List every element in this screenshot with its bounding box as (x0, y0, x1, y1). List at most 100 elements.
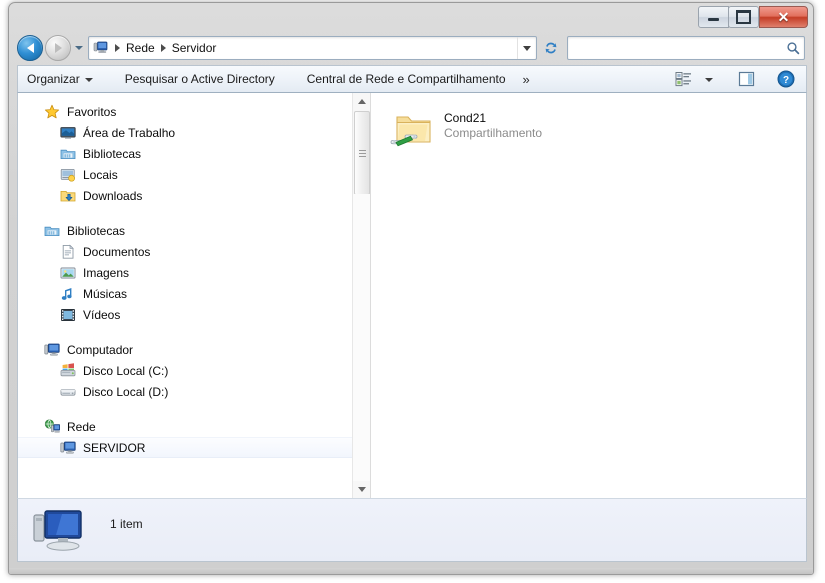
search-ad-label: Pesquisar o Active Directory (124, 72, 275, 86)
organize-button[interactable]: Organizar (18, 68, 102, 90)
title-bar: ✕ (9, 3, 813, 31)
chevron-down-icon (84, 78, 93, 82)
address-dropdown-button[interactable] (517, 37, 536, 59)
shared-folder-icon (389, 105, 437, 153)
network-center-label: Central de Rede e Compartilhamento (306, 72, 506, 86)
sidebar-item-musicas[interactable]: Músicas (18, 283, 370, 304)
sidebar-item-area-de-trabalho[interactable]: Área de Trabalho (18, 122, 370, 143)
libraries-icon (60, 146, 76, 162)
sidebar-item-computador[interactable]: Computador (18, 339, 370, 360)
minimize-icon (708, 18, 719, 21)
file-list-pane[interactable]: Cond21 Compartilhamento (370, 93, 806, 498)
sidebar-label: Computador (67, 342, 134, 357)
search-box[interactable] (567, 36, 805, 60)
help-icon: ? (777, 70, 795, 88)
sidebar-item-favoritos[interactable]: Favoritos (18, 101, 370, 122)
scrollbar-thumb[interactable] (354, 111, 370, 195)
sidebar-label: Downloads (83, 188, 143, 203)
forward-button[interactable] (45, 35, 71, 61)
view-options-icon (675, 72, 691, 87)
change-view-button[interactable] (670, 68, 697, 90)
search-icon (782, 41, 804, 55)
sidebar-item-locais[interactable]: Locais (18, 164, 370, 185)
sidebar-label: SERVIDOR (83, 440, 146, 455)
desktop-background: ✕ Rede Servidor Organizar Pesquisar o Ac… (0, 0, 825, 583)
network-sharing-center-button[interactable]: Central de Rede e Compartilhamento (298, 68, 515, 90)
refresh-icon (545, 42, 557, 54)
downloads-icon (60, 188, 76, 204)
chevron-down-icon (523, 45, 531, 51)
help-button[interactable]: ? (772, 68, 800, 90)
search-input[interactable] (568, 40, 782, 56)
maximize-icon (736, 9, 751, 24)
sidebar-label: Rede (67, 419, 96, 434)
refresh-button[interactable] (539, 36, 563, 60)
breadcrumb-item-servidor[interactable]: Servidor (172, 41, 217, 55)
overflow-label: » (522, 71, 530, 87)
sidebar-item-servidor[interactable]: SERVIDOR (18, 437, 370, 458)
window-controls: ✕ (698, 5, 808, 28)
svg-text:?: ? (783, 75, 789, 86)
search-active-directory-button[interactable]: Pesquisar o Active Directory (116, 68, 284, 90)
network-computer-icon (91, 40, 109, 56)
network-icon (44, 418, 60, 435)
nav-group-computador: Computador Disco Local (C:) Disco Local … (18, 339, 370, 402)
forward-arrow-icon (54, 43, 62, 53)
sidebar-item-rede[interactable]: Rede (18, 416, 370, 437)
minimize-button[interactable] (698, 5, 729, 28)
libraries-icon (44, 223, 60, 239)
maximize-button[interactable] (728, 5, 759, 28)
chevron-down-icon (705, 78, 713, 82)
navigation-pane-scrollbar[interactable] (352, 93, 370, 498)
star-icon (44, 104, 60, 120)
pictures-icon (60, 265, 76, 281)
list-item[interactable]: Cond21 Compartilhamento (389, 105, 609, 159)
computer-icon (44, 342, 60, 358)
videos-icon (60, 307, 76, 323)
scrollbar-track[interactable] (353, 194, 370, 481)
nav-group-bibliotecas: Bibliotecas Documentos Imagens Músicas V… (18, 220, 370, 325)
sidebar-label: Disco Local (C:) (83, 363, 169, 378)
sidebar-item-bibliotecas-fav[interactable]: Bibliotecas (18, 143, 370, 164)
toolbar-right-group: ? (670, 68, 806, 90)
breadcrumb-separator-icon (160, 44, 166, 52)
back-button[interactable] (17, 35, 43, 61)
sidebar-item-imagens[interactable]: Imagens (18, 262, 370, 283)
sidebar-item-bibliotecas[interactable]: Bibliotecas (18, 220, 370, 241)
sidebar-label: Vídeos (83, 307, 121, 322)
list-item-name: Cond21 (444, 111, 487, 125)
address-bar[interactable]: Rede Servidor (88, 36, 537, 60)
recent-locations-button[interactable] (72, 38, 85, 58)
sidebar-label: Área de Trabalho (83, 125, 176, 140)
scroll-down-button[interactable] (353, 481, 370, 498)
drive-icon (60, 384, 76, 400)
sidebar-label: Documentos (83, 244, 151, 259)
sidebar-label: Músicas (83, 286, 128, 301)
sidebar-item-videos[interactable]: Vídeos (18, 304, 370, 325)
sidebar-item-disco-local-c[interactable]: Disco Local (C:) (18, 360, 370, 381)
scrollbar-grip-icon (358, 148, 366, 159)
toolbar-overflow-button[interactable]: » (515, 68, 538, 90)
sidebar-label: Imagens (83, 265, 130, 280)
organize-label: Organizar (27, 72, 80, 86)
explorer-window: ✕ Rede Servidor Organizar Pesquisar o Ac… (8, 2, 814, 575)
chevron-up-icon (357, 99, 366, 104)
list-item-subtitle: Compartilhamento (444, 126, 543, 140)
navigation-bar: Rede Servidor (9, 31, 813, 65)
sidebar-label: Disco Local (D:) (83, 384, 169, 399)
explorer-body: Favoritos Área de Trabalho Bibliotecas L… (17, 93, 807, 498)
preview-pane-button[interactable] (733, 68, 760, 90)
status-text: 1 item (110, 517, 143, 531)
sidebar-item-disco-local-d[interactable]: Disco Local (D:) (18, 381, 370, 402)
documents-icon (60, 244, 76, 260)
view-dropdown-button[interactable] (699, 68, 719, 90)
sidebar-label: Favoritos (67, 104, 117, 119)
computer-icon (60, 440, 76, 456)
sidebar-item-documentos[interactable]: Documentos (18, 241, 370, 262)
sidebar-item-downloads[interactable]: Downloads (18, 185, 370, 206)
close-button[interactable]: ✕ (759, 5, 808, 28)
system-drive-icon (60, 362, 76, 379)
chevron-down-icon (357, 487, 366, 492)
breadcrumb-item-rede[interactable]: Rede (126, 41, 155, 55)
scroll-up-button[interactable] (353, 93, 370, 110)
